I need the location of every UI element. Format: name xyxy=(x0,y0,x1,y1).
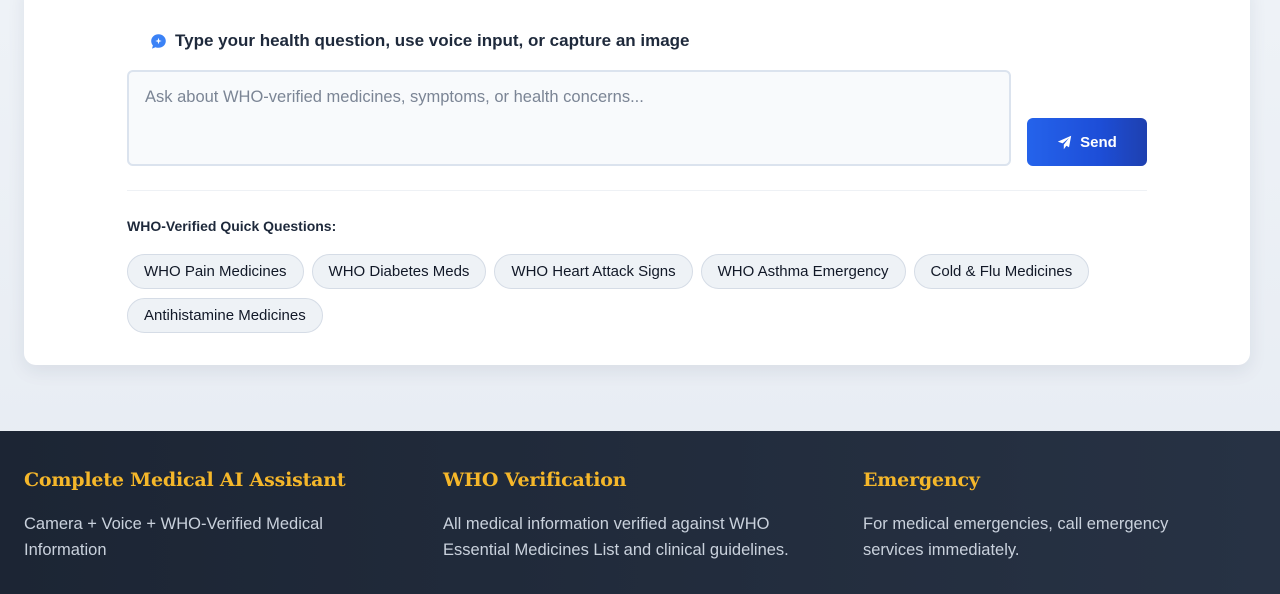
quick-question-chip[interactable]: Cold & Flu Medicines xyxy=(913,254,1090,289)
input-prompt: Type your health question, use voice inp… xyxy=(150,31,690,51)
footer-column-emergency: Emergency For medical emergencies, call … xyxy=(863,469,1243,563)
quick-question-chip[interactable]: Antihistamine Medicines xyxy=(127,298,323,333)
quick-questions-list: WHO Pain Medicines WHO Diabetes Meds WHO… xyxy=(127,254,1127,333)
footer-column-about: Complete Medical AI Assistant Camera + V… xyxy=(24,469,404,563)
site-footer: Complete Medical AI Assistant Camera + V… xyxy=(0,431,1280,594)
paper-plane-icon xyxy=(1057,135,1072,150)
footer-column-title: WHO Verification xyxy=(443,469,627,491)
send-button-label: Send xyxy=(1080,133,1117,151)
send-button[interactable]: Send xyxy=(1027,118,1147,166)
footer-column-text: For medical emergencies, call emergency … xyxy=(863,515,1169,559)
quick-question-chip[interactable]: WHO Diabetes Meds xyxy=(311,254,487,289)
quick-questions-title: WHO-Verified Quick Questions: xyxy=(127,218,337,234)
question-input[interactable] xyxy=(127,70,1011,166)
quick-question-chip[interactable]: WHO Asthma Emergency xyxy=(700,254,906,289)
footer-column-title: Complete Medical AI Assistant xyxy=(24,469,346,491)
quick-question-chip[interactable]: WHO Heart Attack Signs xyxy=(494,254,693,289)
section-divider xyxy=(127,190,1147,191)
chat-bubble-icon xyxy=(150,33,167,50)
footer-column-title: Emergency xyxy=(863,469,980,491)
footer-column-text: All medical information verified against… xyxy=(443,515,789,559)
chat-input-card: Type your health question, use voice inp… xyxy=(24,0,1250,365)
footer-column-verification: WHO Verification All medical information… xyxy=(443,469,823,563)
quick-question-chip[interactable]: WHO Pain Medicines xyxy=(127,254,304,289)
input-prompt-text: Type your health question, use voice inp… xyxy=(175,31,690,50)
footer-column-text: Camera + Voice + WHO-Verified Medical In… xyxy=(24,515,323,559)
